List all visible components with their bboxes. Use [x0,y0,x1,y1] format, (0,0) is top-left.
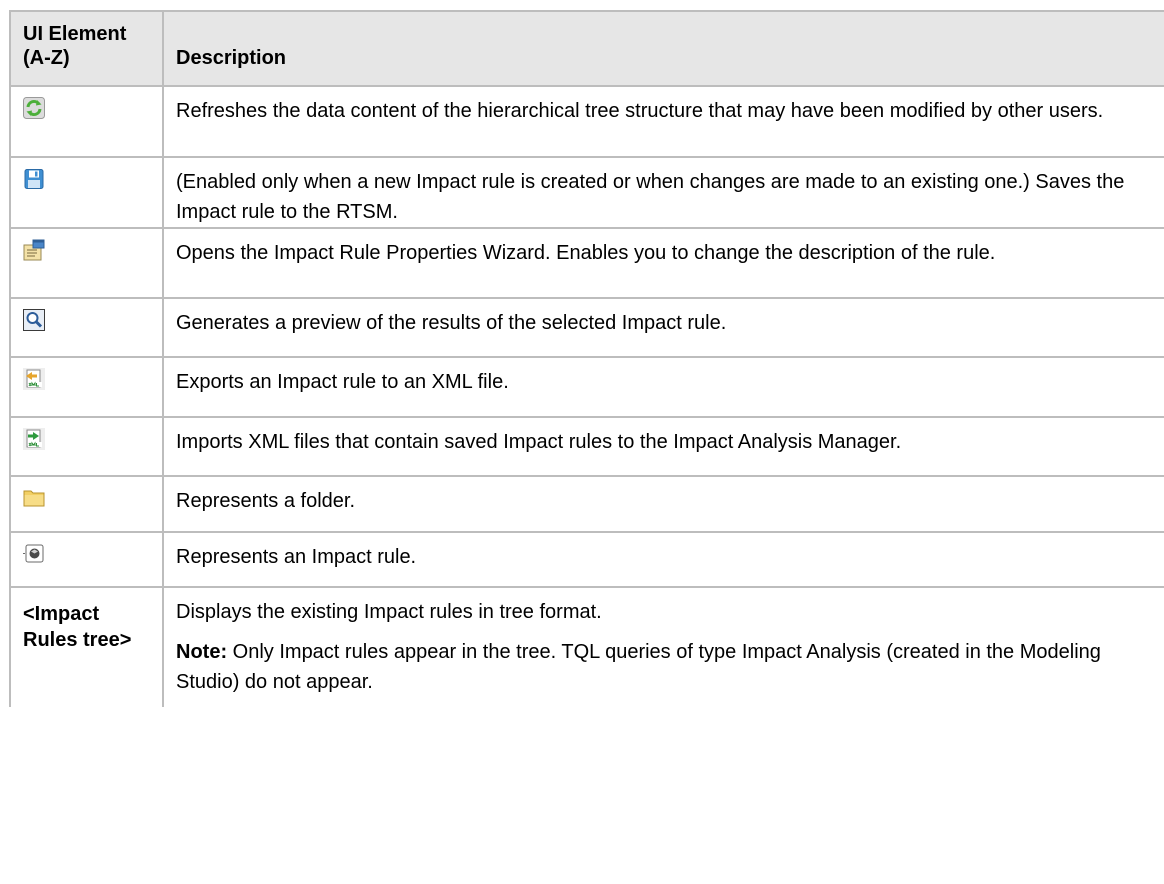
folder-icon [23,487,45,509]
refresh-icon [23,97,45,119]
tree-description: Displays the existing Impact rules in tr… [176,601,602,623]
preview-icon [23,309,45,331]
header-description: Description [162,10,1164,87]
ui-element-cell: <Impact Rules tree> [9,586,164,707]
table-row: Represents a folder. [9,475,1164,533]
tree-note: Note: Only Impact rules appear in the tr… [176,637,1152,697]
ui-element-cell [9,416,164,477]
description-cell: Displays the existing Impact rules in tr… [162,586,1164,707]
note-text: Only Impact rules appear in the tree. TQ… [176,641,1101,693]
ui-element-cell [9,227,164,299]
header-ui-element-line1: UI Element [23,23,127,45]
description-cell: Represents a folder. [162,475,1164,533]
properties-icon [23,239,45,261]
save-icon [23,168,45,190]
ui-elements-table: UI Element (A-Z) Description Refreshes t… [9,10,1164,707]
description-cell: Imports XML files that contain saved Imp… [162,416,1164,477]
ui-element-cell [9,85,164,158]
table-row: (Enabled only when a new Impact rule is … [9,156,1164,229]
ui-element-cell [9,297,164,358]
table-row: Generates a preview of the results of th… [9,297,1164,358]
table-row: Imports XML files that contain saved Imp… [9,416,1164,477]
table-row: <Impact Rules tree> Displays the existin… [9,586,1164,707]
description-cell: Opens the Impact Rule Properties Wizard.… [162,227,1164,299]
description-cell: Refreshes the data content of the hierar… [162,85,1164,158]
table-row: Refreshes the data content of the hierar… [9,85,1164,158]
header-ui-element-line2: (A-Z) [23,47,70,69]
ui-element-cell [9,531,164,588]
impact-rules-tree-label: <Impact Rules tree> [23,597,150,653]
impact-rule-icon [23,543,45,565]
description-cell: Generates a preview of the results of th… [162,297,1164,358]
table-header-row: UI Element (A-Z) Description [9,10,1164,87]
import-xml-icon [23,428,45,450]
ui-element-cell [9,156,164,229]
table-row: Opens the Impact Rule Properties Wizard.… [9,227,1164,299]
header-ui-element: UI Element (A-Z) [9,10,164,87]
description-cell: Exports an Impact rule to an XML file. [162,356,1164,418]
ui-element-cell [9,475,164,533]
impact-rules-tree-label-line2: Rules tree> [23,629,132,651]
table-row: Represents an Impact rule. [9,531,1164,588]
ui-element-cell [9,356,164,418]
note-label: Note: [176,641,228,663]
description-cell: (Enabled only when a new Impact rule is … [162,156,1164,229]
export-xml-icon [23,368,45,390]
description-cell: Represents an Impact rule. [162,531,1164,588]
impact-rules-tree-label-line1: <Impact [23,603,100,625]
table-row: Exports an Impact rule to an XML file. [9,356,1164,418]
